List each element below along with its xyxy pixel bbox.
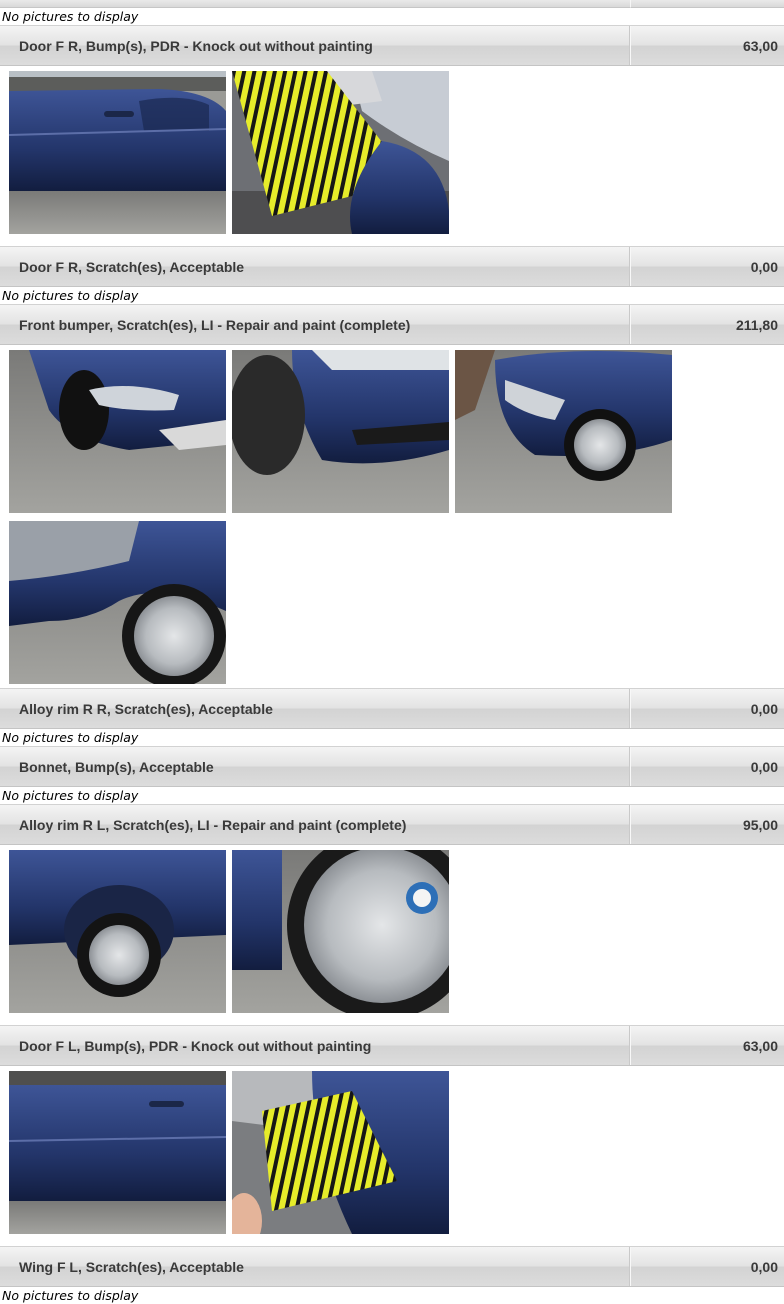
damage-row[interactable]: Alloy rim R L, Scratch(es), LI - Repair … [0,804,784,845]
damage-price: 0,00 [630,747,784,786]
damage-description: Front bumper, Scratch(es), LI - Repair a… [0,305,630,344]
no-pictures-text: No pictures to display [2,9,139,24]
damage-price: 63,00 [630,1026,784,1065]
damage-description: Wing F L, Scratch(es), Acceptable [0,1247,630,1286]
previous-row-header [0,0,784,8]
damage-price: 0,00 [630,689,784,728]
damage-price: 211,80 [630,305,784,344]
damage-row[interactable]: Front bumper, Scratch(es), LI - Repair a… [0,304,784,345]
damage-item: Bonnet, Bump(s), Acceptable 0,00 No pict… [0,746,784,804]
damage-photo[interactable] [232,350,449,513]
damage-row[interactable]: Wing F L, Scratch(es), Acceptable 0,00 [0,1246,784,1287]
damage-price: 0,00 [630,247,784,286]
damage-price: 95,00 [630,805,784,844]
damage-photo[interactable] [232,850,449,1013]
damage-row[interactable]: Door F R, Scratch(es), Acceptable 0,00 [0,246,784,287]
damage-description: Alloy rim R L, Scratch(es), LI - Repair … [0,805,630,844]
damage-item: Alloy rim R L, Scratch(es), LI - Repair … [0,804,784,1025]
photo-gallery [0,845,784,1025]
damage-description: Door F R, Bump(s), PDR - Knock out witho… [0,26,630,65]
damage-photo[interactable] [9,1071,226,1234]
damage-price: 63,00 [630,26,784,65]
damage-item: Door F R, Bump(s), PDR - Knock out witho… [0,25,784,246]
no-pictures-text: No pictures to display [2,288,139,303]
no-pictures-text: No pictures to display [2,788,139,803]
damage-item: Door F L, Bump(s), PDR - Knock out witho… [0,1025,784,1246]
photo-gallery [0,345,784,688]
damage-photo[interactable] [232,1071,449,1234]
damage-description: Bonnet, Bump(s), Acceptable [0,747,630,786]
damage-photo[interactable] [9,521,226,684]
damage-photo[interactable] [232,71,449,234]
damage-item: Alloy rim R R, Scratch(es), Acceptable 0… [0,688,784,746]
damage-row[interactable]: Alloy rim R R, Scratch(es), Acceptable 0… [0,688,784,729]
damage-description: Door F L, Bump(s), PDR - Knock out witho… [0,1026,630,1065]
damage-photo[interactable] [455,350,672,513]
damage-row[interactable]: Bonnet, Bump(s), Acceptable 0,00 [0,746,784,787]
damage-price: 0,00 [630,1247,784,1286]
damage-photo[interactable] [9,71,226,234]
damage-row[interactable]: Door F R, Bump(s), PDR - Knock out witho… [0,25,784,66]
photo-gallery [0,1066,784,1246]
damage-photo[interactable] [9,850,226,1013]
damage-item: Wing F L, Scratch(es), Acceptable 0,00 N… [0,1246,784,1304]
no-pictures-text: No pictures to display [2,730,139,745]
no-pictures-text: No pictures to display [2,1288,139,1303]
damage-item: Front bumper, Scratch(es), LI - Repair a… [0,304,784,688]
damage-description: Alloy rim R R, Scratch(es), Acceptable [0,689,630,728]
damage-photo[interactable] [9,350,226,513]
damage-item: Door F R, Scratch(es), Acceptable 0,00 N… [0,246,784,304]
photo-gallery [0,66,784,246]
damage-description: Door F R, Scratch(es), Acceptable [0,247,630,286]
damage-row[interactable]: Door F L, Bump(s), PDR - Knock out witho… [0,1025,784,1066]
